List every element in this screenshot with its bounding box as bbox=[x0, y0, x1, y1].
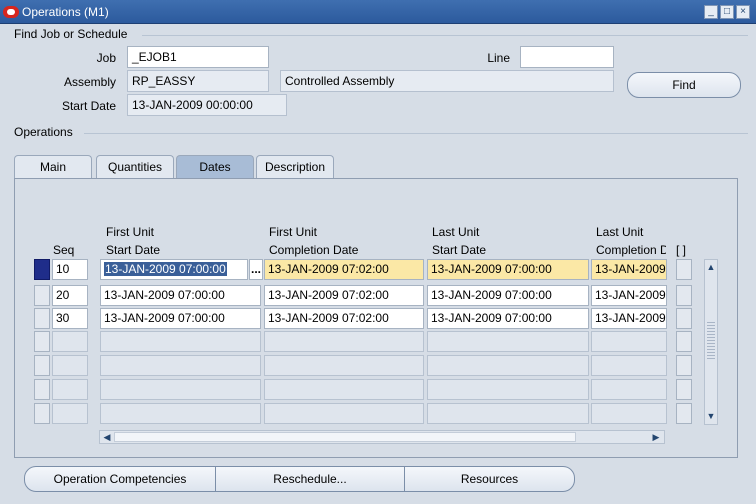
vertical-scrollbar[interactable]: ▲ ▼ bbox=[704, 259, 718, 425]
window-title-bar[interactable]: Operations (M1) _ □ × bbox=[0, 0, 756, 24]
job-field[interactable]: _EJOB1 bbox=[127, 46, 269, 68]
scroll-thumb[interactable] bbox=[707, 320, 715, 360]
first-unit-completion-cell[interactable]: 13-JAN-2009 07:02:00 bbox=[264, 285, 424, 306]
first-unit-start-cell-empty[interactable] bbox=[100, 355, 261, 376]
selected-text: 13-JAN-2009 07:00:00 bbox=[104, 262, 227, 276]
row-indicator[interactable] bbox=[34, 379, 50, 400]
find-section-header: Find Job or Schedule bbox=[14, 27, 128, 41]
seq-cell-empty[interactable] bbox=[52, 355, 88, 376]
first-unit-start-cell-empty[interactable] bbox=[100, 331, 261, 352]
maximize-icon[interactable]: □ bbox=[720, 5, 734, 19]
tab-description[interactable]: Description bbox=[256, 155, 334, 178]
job-label: Job bbox=[96, 51, 116, 65]
operations-section-header: Operations bbox=[14, 125, 73, 139]
last-unit-completion-cell[interactable]: 13-JAN-2009 bbox=[591, 308, 667, 329]
col-header-flexfield: [ ] bbox=[676, 243, 687, 257]
scroll-right-icon[interactable]: ▶ bbox=[650, 431, 662, 443]
first-unit-completion-cell-empty[interactable] bbox=[264, 331, 424, 352]
tab-dates[interactable]: Dates bbox=[176, 155, 254, 178]
last-unit-start-cell[interactable]: 13-JAN-2009 07:00:00 bbox=[427, 308, 589, 329]
seq-cell-empty[interactable] bbox=[52, 379, 88, 400]
assembly-label: Assembly bbox=[63, 75, 116, 89]
line-field[interactable] bbox=[520, 46, 614, 68]
last-unit-completion-cell[interactable]: 13-JAN-2009 bbox=[591, 285, 667, 306]
scroll-thumb[interactable] bbox=[114, 432, 576, 442]
tab-main[interactable]: Main bbox=[14, 155, 92, 178]
line-label: Line bbox=[487, 51, 510, 65]
find-section-divider bbox=[142, 35, 748, 36]
reschedule-button[interactable]: Reschedule... bbox=[215, 466, 405, 492]
last-unit-completion-cell[interactable]: 13-JAN-2009 bbox=[591, 259, 667, 280]
last-unit-start-cell-empty[interactable] bbox=[427, 379, 589, 400]
last-unit-start-cell-empty[interactable] bbox=[427, 331, 589, 352]
col-header-first-unit-start-2: Start Date bbox=[106, 243, 161, 257]
col-header-seq: Seq bbox=[53, 243, 75, 257]
seq-cell-empty[interactable] bbox=[52, 331, 88, 352]
start-date-label: Start Date bbox=[61, 99, 116, 113]
row-indicator[interactable] bbox=[34, 331, 50, 352]
last-unit-start-cell-empty[interactable] bbox=[427, 403, 589, 424]
last-unit-start-cell[interactable]: 13-JAN-2009 07:00:00 bbox=[427, 285, 589, 306]
resources-button[interactable]: Resources bbox=[404, 466, 575, 492]
last-unit-completion-cell-empty[interactable] bbox=[591, 403, 667, 424]
flexfield-cell[interactable] bbox=[676, 403, 692, 424]
row-indicator[interactable] bbox=[34, 403, 50, 424]
first-unit-completion-cell-empty[interactable] bbox=[264, 355, 424, 376]
scroll-left-icon[interactable]: ◀ bbox=[102, 431, 112, 443]
lov-icon[interactable]: ... bbox=[249, 259, 263, 280]
scroll-down-icon[interactable]: ▼ bbox=[705, 410, 717, 422]
operations-section-divider bbox=[84, 133, 748, 134]
scroll-up-icon[interactable]: ▲ bbox=[705, 261, 717, 273]
col-header-first-unit-comp-2: Completion Date bbox=[269, 243, 359, 257]
flexfield-cell[interactable] bbox=[676, 285, 692, 306]
col-header-last-unit-start-2: Start Date bbox=[432, 243, 487, 257]
seq-cell-empty[interactable] bbox=[52, 403, 88, 424]
col-header-last-unit-comp-1: Last Unit bbox=[596, 225, 644, 239]
first-unit-completion-cell[interactable]: 13-JAN-2009 07:02:00 bbox=[264, 259, 424, 280]
last-unit-completion-cell-empty[interactable] bbox=[591, 355, 667, 376]
first-unit-start-cell-empty[interactable] bbox=[100, 379, 261, 400]
first-unit-completion-cell[interactable]: 13-JAN-2009 07:02:00 bbox=[264, 308, 424, 329]
start-date-field: 13-JAN-2009 00:00:00 bbox=[127, 94, 287, 116]
flexfield-cell[interactable] bbox=[676, 259, 692, 280]
last-unit-completion-cell-empty[interactable] bbox=[591, 331, 667, 352]
tab-quantities[interactable]: Quantities bbox=[96, 155, 174, 178]
col-header-first-unit-comp-1: First Unit bbox=[269, 225, 317, 239]
seq-cell[interactable]: 30 bbox=[52, 308, 88, 329]
first-unit-start-cell[interactable]: 13-JAN-2009 07:00:00 bbox=[100, 308, 261, 329]
last-unit-start-cell[interactable]: 13-JAN-2009 07:00:00 bbox=[427, 259, 589, 280]
col-header-first-unit-start-1: First Unit bbox=[106, 225, 154, 239]
first-unit-start-cell[interactable]: 13-JAN-2009 07:00:00 bbox=[100, 285, 261, 306]
seq-cell[interactable]: 10 bbox=[52, 259, 88, 280]
close-icon[interactable]: × bbox=[736, 5, 750, 19]
flexfield-cell[interactable] bbox=[676, 355, 692, 376]
minimize-icon[interactable]: _ bbox=[704, 5, 718, 19]
row-indicator[interactable] bbox=[34, 308, 50, 329]
last-unit-start-cell-empty[interactable] bbox=[427, 355, 589, 376]
col-header-last-unit-start-1: Last Unit bbox=[432, 225, 480, 239]
first-unit-completion-cell-empty[interactable] bbox=[264, 379, 424, 400]
first-unit-completion-cell-empty[interactable] bbox=[264, 403, 424, 424]
seq-cell[interactable]: 20 bbox=[52, 285, 88, 306]
window-title: Operations (M1) bbox=[22, 5, 109, 19]
horizontal-scrollbar[interactable]: ◀ ▶ bbox=[99, 430, 665, 444]
assembly-description-field: Controlled Assembly bbox=[280, 70, 614, 92]
col-header-last-unit-comp-2: Completion D bbox=[596, 243, 666, 257]
flexfield-cell[interactable] bbox=[676, 308, 692, 329]
first-unit-start-cell-empty[interactable] bbox=[100, 403, 261, 424]
flexfield-cell[interactable] bbox=[676, 331, 692, 352]
find-button[interactable]: Find bbox=[627, 72, 741, 98]
row-indicator[interactable] bbox=[34, 285, 50, 306]
first-unit-start-cell[interactable]: 13-JAN-2009 07:00:00 bbox=[100, 259, 248, 280]
last-unit-completion-cell-empty[interactable] bbox=[591, 379, 667, 400]
flexfield-cell[interactable] bbox=[676, 379, 692, 400]
oracle-logo-icon bbox=[3, 6, 19, 18]
row-indicator-active[interactable] bbox=[34, 259, 50, 280]
assembly-field[interactable]: RP_EASSY bbox=[127, 70, 269, 92]
row-indicator[interactable] bbox=[34, 355, 50, 376]
operation-competencies-button[interactable]: Operation Competencies bbox=[24, 466, 216, 492]
